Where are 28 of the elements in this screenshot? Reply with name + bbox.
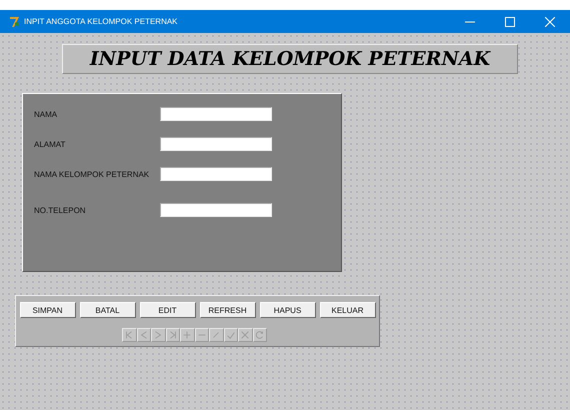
input-field[interactable] xyxy=(160,137,272,151)
window-title: INPIT ANGGOTA KELOMPOK PETERNAK xyxy=(24,17,179,26)
action-button[interactable]: KELUAR xyxy=(320,302,376,318)
action-button[interactable]: EDIT xyxy=(140,302,196,318)
app-icon xyxy=(9,16,20,28)
field-label: NAMA KELOMPOK PETERNAK xyxy=(34,170,150,178)
form-heading: INPUT DATA KELOMPOK PETERNAK xyxy=(62,44,518,74)
post-icon xyxy=(226,330,236,340)
action-button[interactable]: HAPUS xyxy=(260,302,316,318)
action-button[interactable]: BATAL xyxy=(80,302,136,318)
insert-icon xyxy=(182,330,192,340)
action-button[interactable]: SIMPAN xyxy=(20,302,76,318)
refresh-icon xyxy=(254,330,265,340)
first-icon xyxy=(124,330,134,340)
input-field[interactable] xyxy=(160,107,272,121)
maximize-icon xyxy=(505,16,515,26)
input-field[interactable] xyxy=(160,167,272,181)
close-icon xyxy=(545,16,555,26)
next-icon xyxy=(153,330,164,340)
last-icon xyxy=(168,330,178,340)
edit-icon xyxy=(211,330,222,340)
prior-icon xyxy=(138,330,149,340)
field-label: ALAMAT xyxy=(34,140,66,148)
field-label: NO.TELEPON xyxy=(34,206,87,214)
cancel-icon xyxy=(240,330,250,340)
input-field[interactable] xyxy=(160,203,272,217)
field-label: NAMA xyxy=(34,110,58,118)
action-button[interactable]: REFRESH xyxy=(200,302,256,318)
